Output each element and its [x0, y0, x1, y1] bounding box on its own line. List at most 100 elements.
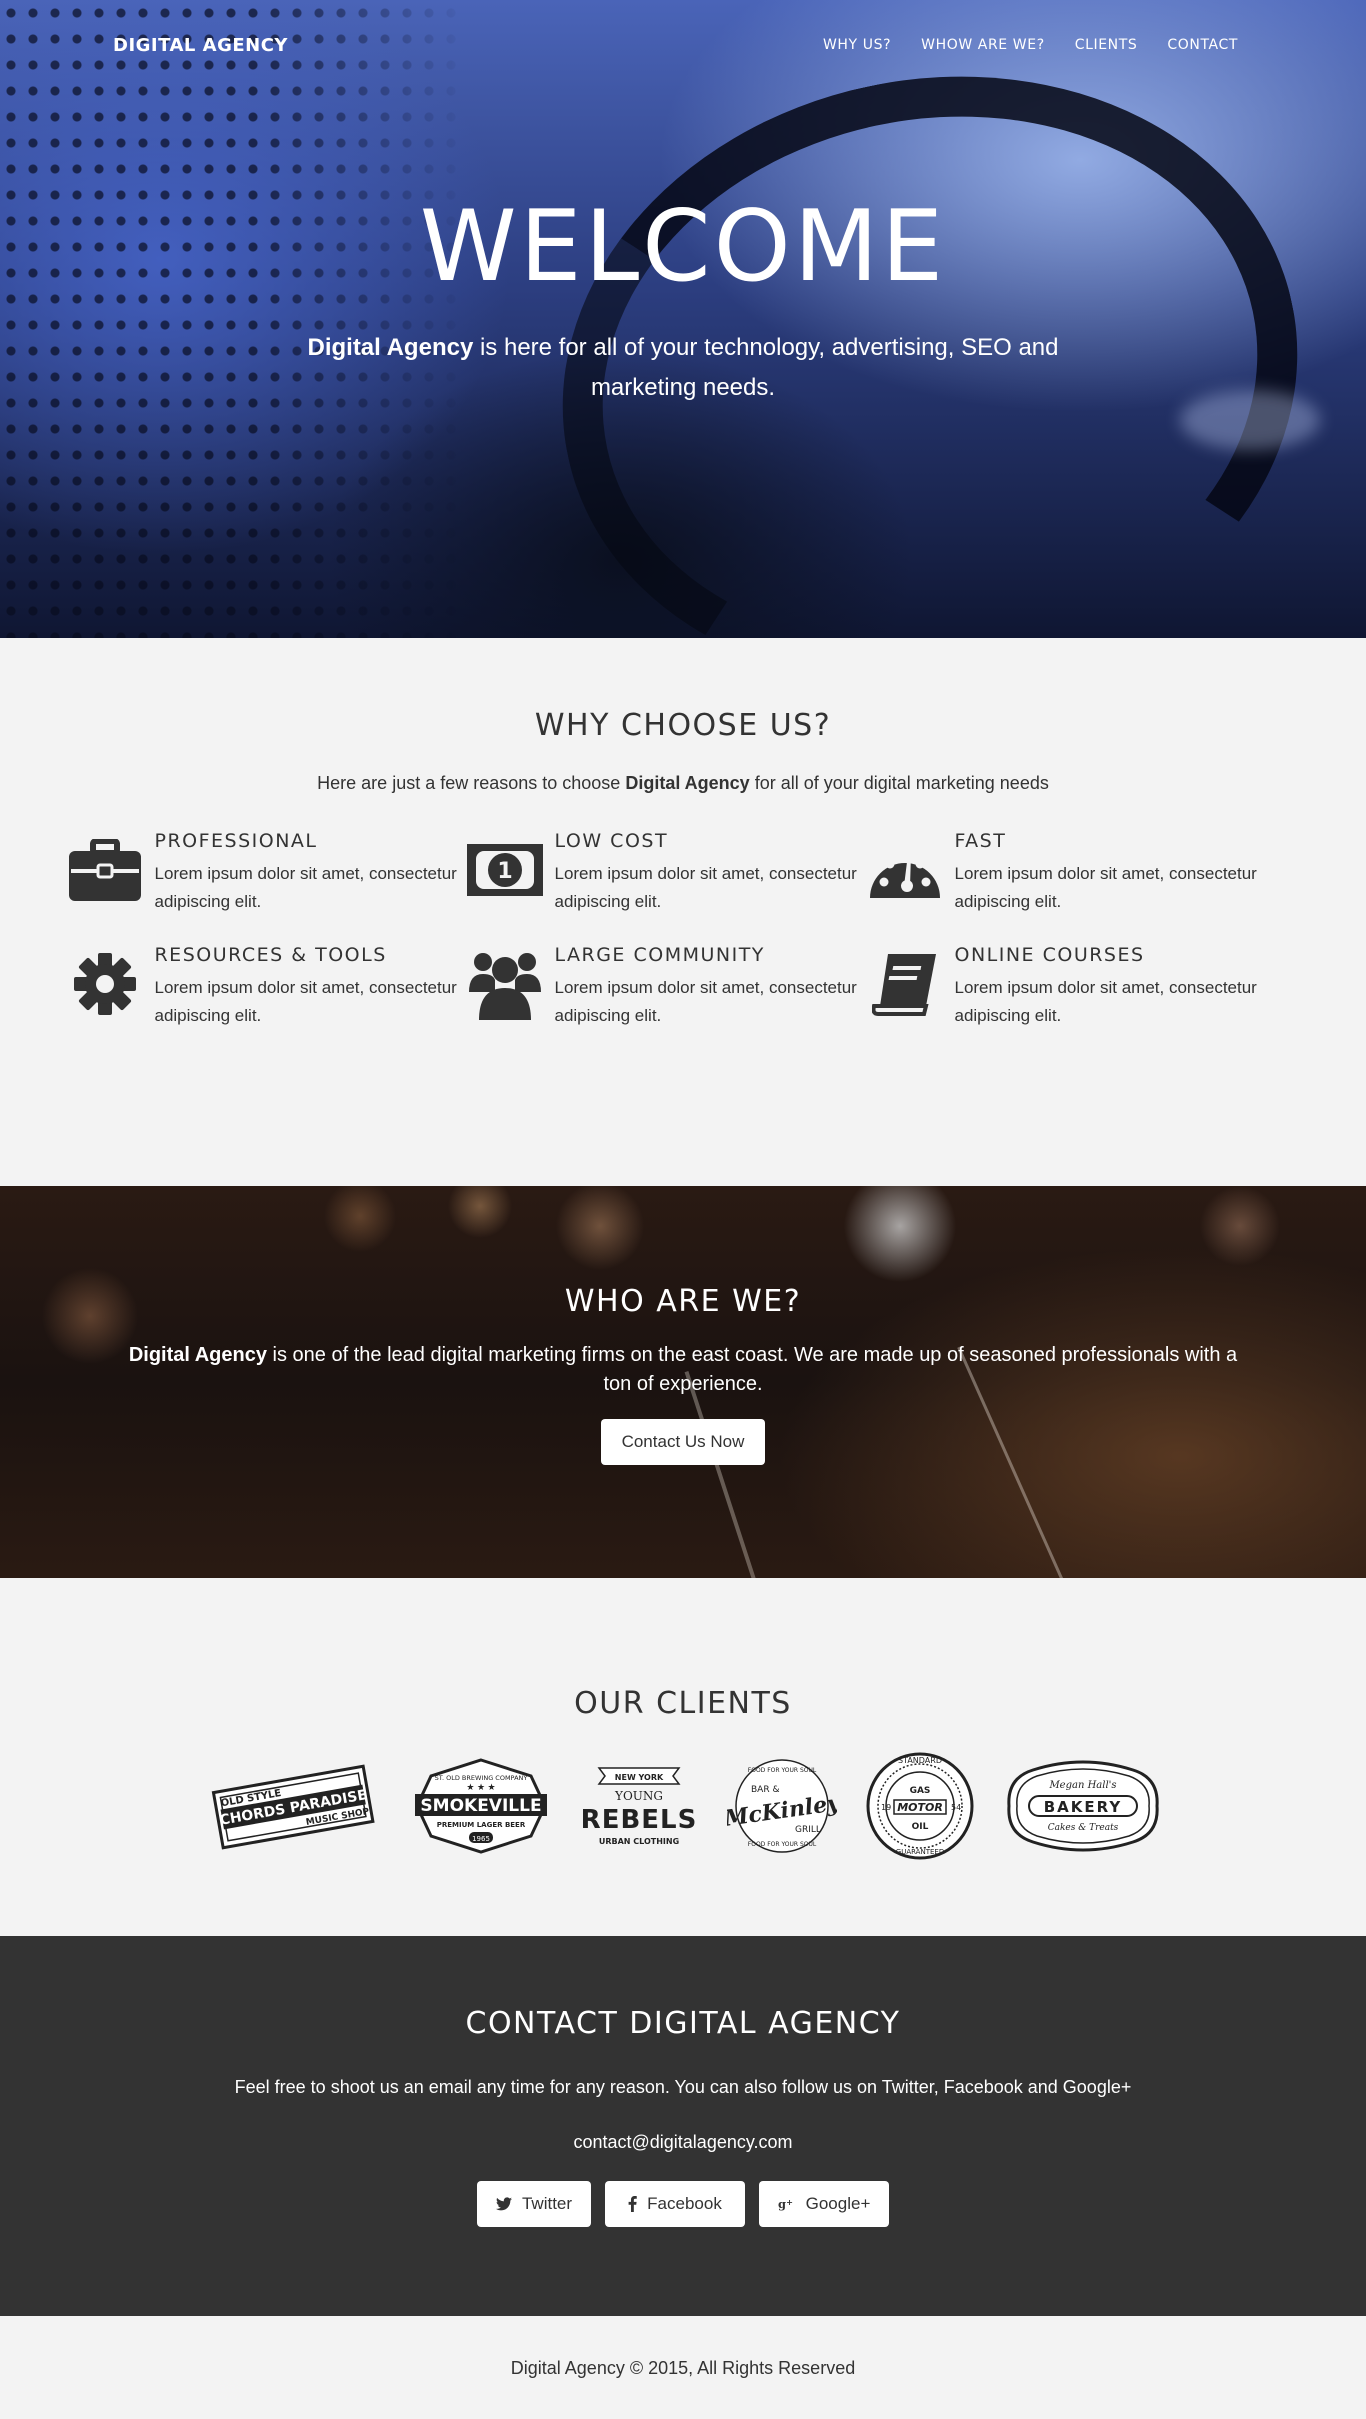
svg-text:SMOKEVILLE: SMOKEVILLE	[420, 1796, 541, 1816]
svg-text:Megan Hall's: Megan Hall's	[1048, 1780, 1116, 1791]
users-icon	[463, 944, 546, 1024]
svg-text:OIL: OIL	[912, 1822, 929, 1832]
svg-text:REBELS: REBELS	[581, 1805, 698, 1835]
svg-text:PREMIUM LAGER BEER: PREMIUM LAGER BEER	[437, 1821, 526, 1829]
svg-text:STANDARD: STANDARD	[898, 1756, 942, 1765]
svg-text:19: 19	[881, 1803, 891, 1812]
top-nav: DIGITAL AGENCY WHY US? WHOW ARE WE? CLIE…	[0, 0, 1366, 90]
nav-links: WHY US? WHOW ARE WE? CLIENTS CONTACT	[823, 37, 1238, 53]
feature-text: Lorem ipsum dolor sit amet, consectetur …	[954, 864, 1257, 911]
feature-title: FAST	[954, 830, 1007, 852]
feature-text: Lorem ipsum dolor sit amet, consectetur …	[154, 978, 457, 1025]
why-section: WHY CHOOSE US? Here are just a few reaso…	[0, 638, 1366, 1186]
svg-text:1: 1	[497, 859, 512, 884]
svg-text:54: 54	[951, 1803, 961, 1812]
features-grid: PROFESSIONAL Lorem ipsum dolor sit amet,…	[63, 830, 1303, 1034]
svg-text:BAKERY: BAKERY	[1044, 1798, 1123, 1816]
clients-title: OUR CLIENTS	[574, 1686, 792, 1721]
google-plus-icon: g +	[778, 2197, 793, 2211]
who-text-body: is one of the lead digital marketing fir…	[267, 1344, 1238, 1395]
svg-text:GAS: GAS	[910, 1786, 931, 1796]
contact-title: CONTACT DIGITAL AGENCY	[465, 2006, 901, 2041]
feature-fast: FAST Lorem ipsum dolor sit amet, consect…	[863, 830, 1263, 920]
why-intro-brand: Digital Agency	[625, 773, 750, 793]
contact-section: CONTACT DIGITAL AGENCY Feel free to shoo…	[0, 1936, 1366, 2316]
nav-link-contact[interactable]: CONTACT	[1167, 37, 1238, 53]
svg-text:NEW YORK: NEW YORK	[615, 1773, 664, 1782]
bakery-logo: Megan Hall's BAKERY Cakes & Treats	[1003, 1756, 1163, 1856]
nav-link-who-are-we[interactable]: WHOW ARE WE?	[921, 37, 1045, 53]
nav-link-why-us[interactable]: WHY US?	[823, 37, 891, 53]
who-section: WHO ARE WE? Digital Agency is one of the…	[0, 1186, 1366, 1578]
copyright-text: Digital Agency © 2015, All Rights Reserv…	[510, 2358, 856, 2378]
contact-us-now-button[interactable]: Contact Us Now	[601, 1419, 765, 1465]
feature-text: Lorem ipsum dolor sit amet, consectetur …	[954, 978, 1257, 1025]
who-text-brand: Digital Agency	[128, 1344, 267, 1366]
hero-title: WELCOME	[419, 190, 947, 304]
feature-text: Lorem ipsum dolor sit amet, consectetur …	[554, 978, 857, 1025]
hero-subtitle-brand: Digital Agency	[307, 334, 474, 361]
feature-online-courses: ONLINE COURSES Lorem ipsum dolor sit ame…	[863, 944, 1263, 1034]
svg-text:BAR &: BAR &	[751, 1785, 779, 1795]
feature-resources-tools: RESOURCES & TOOLS Lorem ipsum dolor sit …	[63, 944, 463, 1034]
hero-subtitle: Digital Agency is here for all of your t…	[303, 328, 1063, 408]
svg-text:FOOD FOR YOUR SOUL: FOOD FOR YOUR SOUL	[748, 1767, 817, 1774]
why-intro-post: for all of your digital marketing needs	[749, 773, 1049, 793]
twitter-label: Twitter	[521, 2194, 573, 2213]
twitter-icon	[495, 2197, 512, 2211]
hero-section: DIGITAL AGENCY WHY US? WHOW ARE WE? CLIE…	[0, 0, 1366, 638]
svg-text:1965: 1965	[472, 1835, 490, 1843]
svg-text:MOTOR: MOTOR	[897, 1801, 943, 1814]
social-buttons: Twitter Facebook g + Google+	[0, 2181, 1366, 2227]
google-plus-button[interactable]: g + Google+	[759, 2181, 889, 2227]
svg-text:Cakes & Treats: Cakes & Treats	[1048, 1823, 1119, 1833]
why-intro: Here are just a few reasons to choose Di…	[0, 773, 1366, 794]
feature-text: Lorem ipsum dolor sit amet, consectetur …	[554, 864, 857, 911]
svg-text:GUARANTEED: GUARANTEED	[896, 1848, 944, 1856]
feature-title: PROFESSIONAL	[154, 830, 318, 852]
mckinley-logo: FOOD FOR YOUR SOUL BAR & McKinley GRILL …	[727, 1756, 837, 1856]
gear-icon	[63, 944, 146, 1024]
brand-logo[interactable]: DIGITAL AGENCY	[113, 35, 288, 56]
feature-text: Lorem ipsum dolor sit amet, consectetur …	[154, 864, 457, 911]
feature-title: ONLINE COURSES	[954, 944, 1145, 966]
svg-text:URBAN CLOTHING: URBAN CLOTHING	[599, 1837, 679, 1846]
feature-title: RESOURCES & TOOLS	[154, 944, 387, 966]
why-intro-pre: Here are just a few reasons to choose	[317, 773, 626, 793]
svg-text:ST. OLD BREWING COMPANY: ST. OLD BREWING COMPANY	[435, 1774, 528, 1782]
smokeville-logo: ST. OLD BREWING COMPANY ★ ★ ★ SMOKEVILLE…	[411, 1756, 551, 1856]
book-icon	[863, 944, 946, 1024]
hero-subtitle-text: is here for all of your technology, adve…	[473, 334, 1059, 401]
young-rebels-logo: NEW YORK YOUNG REBELS URBAN CLOTHING	[579, 1756, 699, 1856]
motor-logo: STANDARD GAS 19 MOTOR 54 OIL GUARANTEED	[865, 1751, 975, 1861]
svg-text:★ ★ ★: ★ ★ ★	[466, 1782, 495, 1792]
facebook-button[interactable]: Facebook	[605, 2181, 745, 2227]
contact-email-link[interactable]: contact@digitalagency.com	[0, 2132, 1366, 2153]
twitter-button[interactable]: Twitter	[477, 2181, 591, 2227]
google-plus-label: Google+	[805, 2194, 871, 2213]
hero-content: WELCOME Digital Agency is here for all o…	[0, 190, 1366, 408]
nav-link-clients[interactable]: CLIENTS	[1075, 37, 1138, 53]
clients-section: OUR CLIENTS OLD STYLE CHORDS PARADISE MU…	[0, 1578, 1366, 1936]
feature-title: LOW COST	[554, 830, 669, 852]
footer: Digital Agency © 2015, All Rights Reserv…	[0, 2316, 1366, 2410]
feature-low-cost: 1 LOW COST Lorem ipsum dolor sit amet, c…	[463, 830, 863, 920]
client-logos: OLD STYLE CHORDS PARADISE MUSIC SHOP ST.…	[0, 1751, 1366, 1861]
who-text: Digital Agency is one of the lead digita…	[123, 1341, 1243, 1399]
svg-text:g: g	[778, 2197, 786, 2211]
who-title: WHO ARE WE?	[564, 1284, 802, 1319]
svg-text:+: +	[786, 2197, 793, 2207]
briefcase-icon	[63, 830, 146, 910]
chords-paradise-logo: OLD STYLE CHORDS PARADISE MUSIC SHOP	[203, 1761, 383, 1851]
facebook-label: Facebook	[647, 2194, 722, 2213]
contact-text: Feel free to shoot us an email any time …	[234, 2077, 1132, 2097]
svg-text:GRILL: GRILL	[795, 1825, 821, 1835]
facebook-icon	[628, 2196, 637, 2212]
svg-text:FOOD FOR YOUR SOUL: FOOD FOR YOUR SOUL	[748, 1841, 817, 1848]
feature-title: LARGE COMMUNITY	[554, 944, 765, 966]
svg-text:YOUNG: YOUNG	[614, 1789, 663, 1803]
money-icon: 1	[463, 830, 546, 910]
feature-professional: PROFESSIONAL Lorem ipsum dolor sit amet,…	[63, 830, 463, 920]
feature-large-community: LARGE COMMUNITY Lorem ipsum dolor sit am…	[463, 944, 863, 1034]
why-title: WHY CHOOSE US?	[534, 708, 832, 743]
